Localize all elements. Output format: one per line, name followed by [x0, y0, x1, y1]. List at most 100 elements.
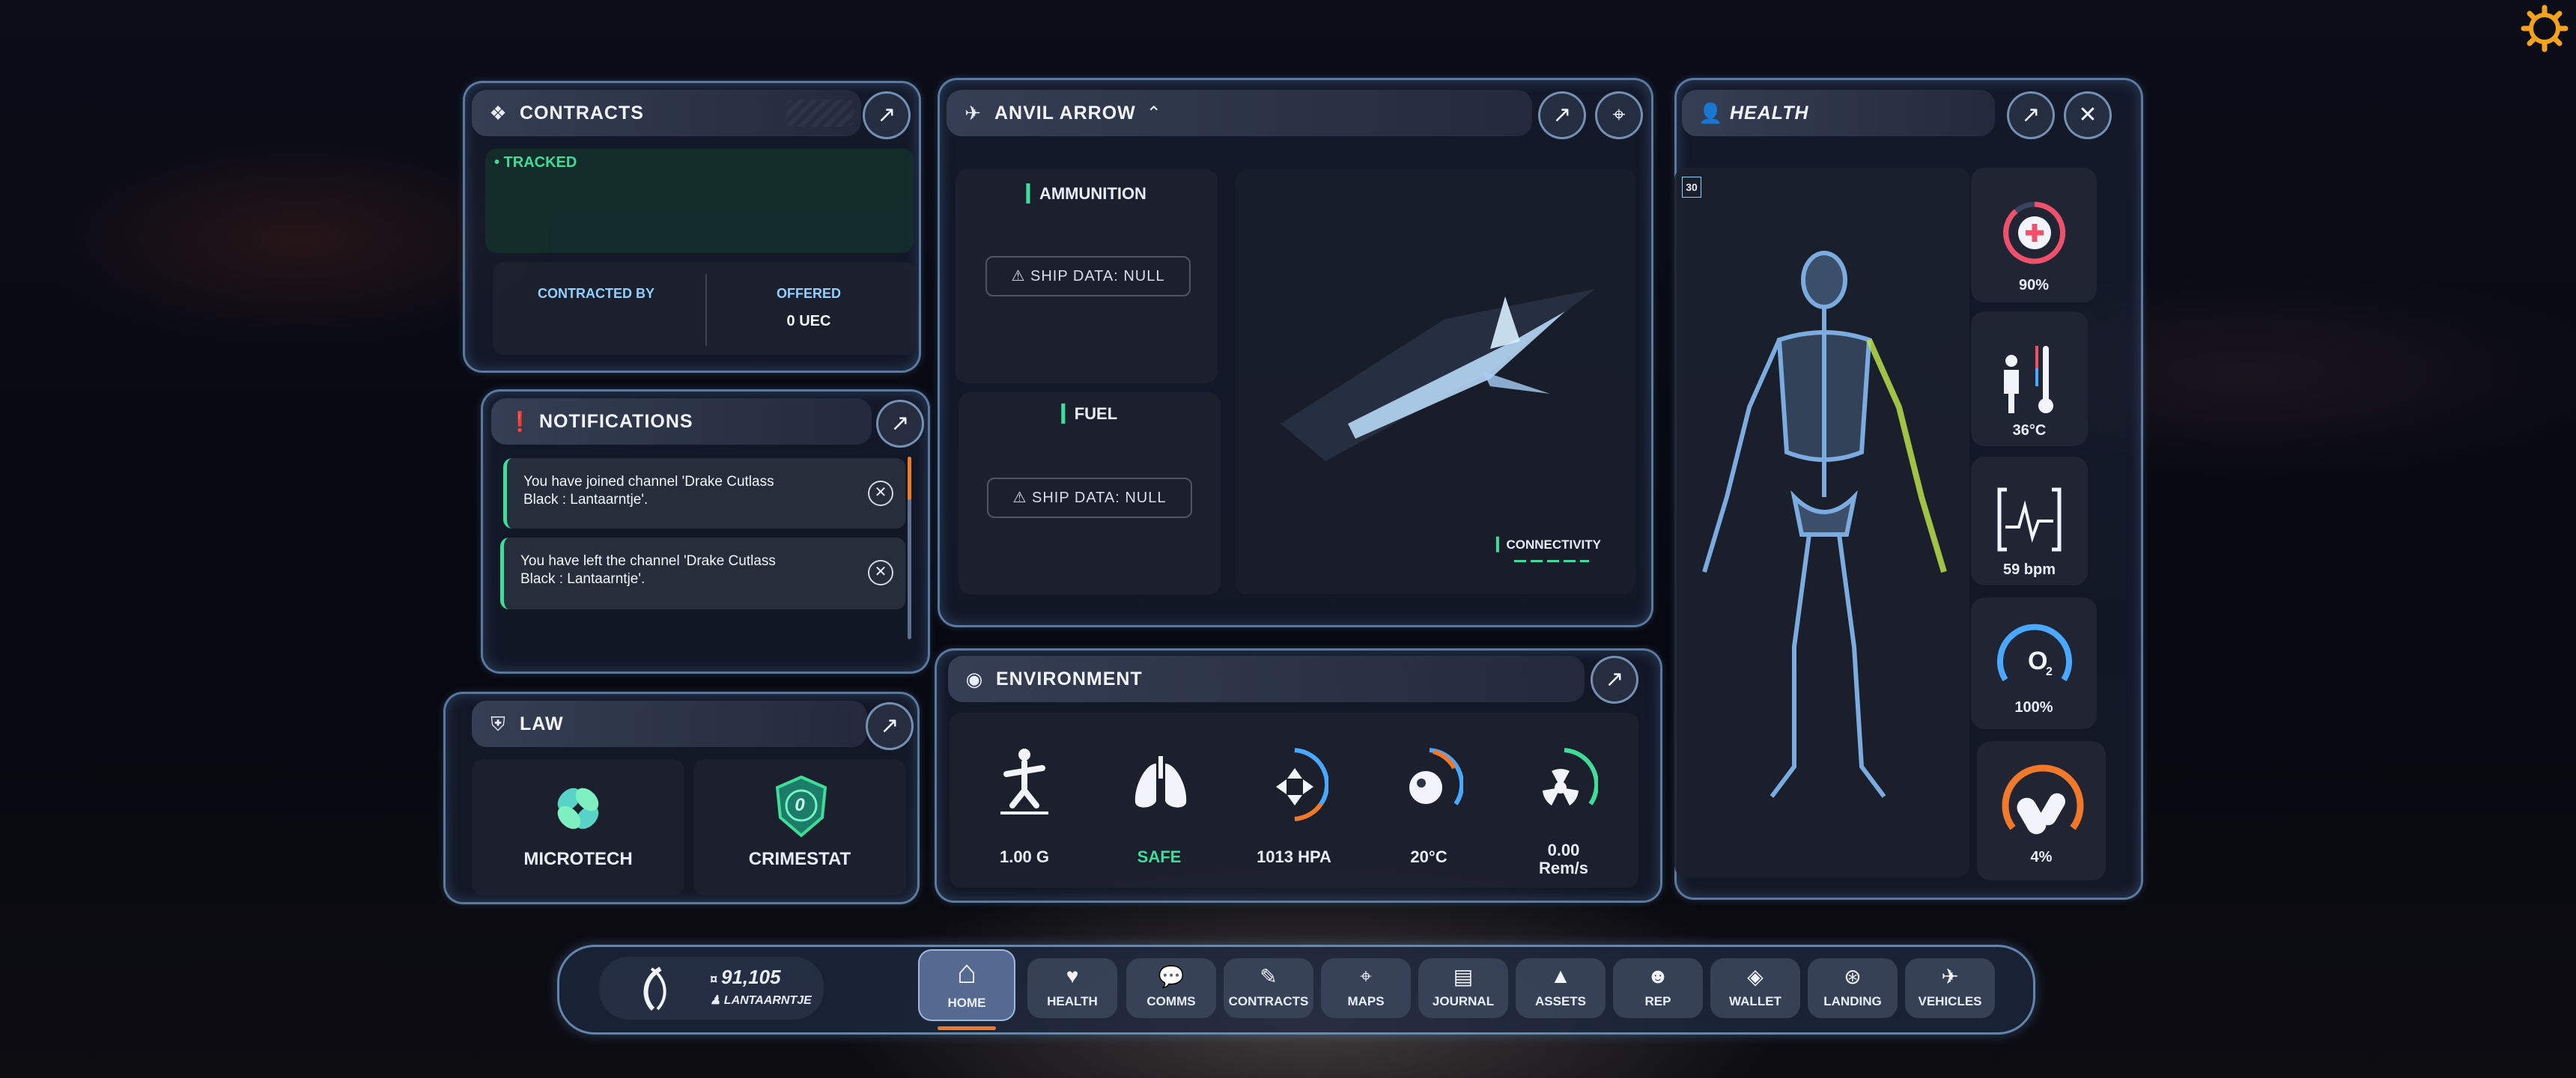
body-temp-value: 36°C [2012, 422, 2047, 439]
health-title: HEALTH [1730, 102, 1809, 124]
oxygen-value: 100% [2014, 699, 2053, 716]
pressure-value: 1013 HPA [1257, 847, 1331, 866]
logo-icon [643, 966, 666, 1011]
contracts-icon: ❖ [489, 102, 507, 124]
alert-icon: ❗ [508, 410, 532, 433]
ammunition-title: ▎AMMUNITION [1027, 184, 1146, 203]
nav-home[interactable]: ⌂ HOME [918, 949, 1015, 1030]
assets-icon: ▲ [1550, 964, 1571, 987]
notifications-expand-button[interactable]: ↗ [876, 400, 924, 448]
offered-value: 0 UEC [786, 313, 831, 329]
balance-value: ¤ 91,105 [710, 966, 781, 988]
nav-rep[interactable]: ☻ REP [1613, 958, 1703, 1018]
notification-item[interactable]: You have left the channel 'Drake Cutlass… [500, 538, 905, 609]
dismiss-icon[interactable]: ✕ [868, 560, 893, 585]
contract-info-box [493, 262, 917, 355]
health-pct-value: 90% [2018, 277, 2050, 293]
currency-icon: ¤ [710, 972, 722, 987]
env-radiation: 0.00 Rem/s [1501, 719, 1626, 882]
drug-level-value: 4% [2030, 849, 2053, 865]
health-pct-card[interactable]: 90% [1971, 168, 2097, 302]
temperature-value: 20°C [1410, 847, 1448, 866]
ship-expand-button[interactable]: ↗ [1538, 91, 1586, 139]
ammo-null-badge: ⚠ SHIP DATA: NULL [985, 256, 1191, 296]
health-close-button[interactable]: ✕ [2064, 91, 2112, 139]
nav-maps[interactable]: ⌖ MAPS [1321, 958, 1411, 1018]
heartbeat-icon [1997, 487, 2062, 552]
nav-assets[interactable]: ▲ ASSETS [1516, 958, 1606, 1018]
heart-rate-card[interactable]: 59 bpm [1971, 457, 2088, 585]
fuel-title: ▎FUEL [1061, 404, 1118, 423]
lungs-icon [1134, 756, 1187, 808]
law-title: LAW [520, 713, 564, 734]
environment-title: ENVIRONMENT [996, 668, 1143, 689]
oxygen-card[interactable]: O2 100% [1971, 597, 2097, 729]
chat-icon: 💬 [1158, 965, 1185, 988]
law-crimestat-card[interactable]: 0 CRIMESTAT [693, 759, 906, 895]
env-pressure: 1013 HPA [1231, 719, 1357, 882]
gravity-value: 1.00 G [999, 847, 1050, 866]
oxygen-icon: O2 [1997, 624, 2072, 682]
nav-health[interactable]: ♥ HEALTH [1027, 958, 1117, 1018]
body-temp-card[interactable]: 36°C [1971, 311, 2088, 446]
environment-expand-button[interactable]: ↗ [1591, 656, 1638, 704]
ship-icon: ✈ [965, 102, 981, 124]
vehicles-icon: ✈ [1941, 965, 1959, 988]
nav-wallet[interactable]: ◈ WALLET [1710, 958, 1800, 1018]
thermometer-icon [2004, 346, 2053, 413]
player-name: ♟ LANTAARNTJE [710, 994, 812, 1007]
env-temperature: 20°C [1366, 719, 1492, 882]
nav-comms[interactable]: 💬 COMMS [1126, 958, 1216, 1018]
ship-locate-button[interactable]: ⌖ [1595, 91, 1643, 139]
heart-icon: ♥ [1066, 964, 1079, 987]
rep-icon: ☻ [1647, 964, 1669, 987]
contracts-icon: ✎ [1260, 965, 1278, 988]
fuel-box: ▎FUEL ⚠ SHIP DATA: NULL [959, 392, 1221, 594]
drug-level-card[interactable]: 4% [1977, 741, 2106, 880]
contracts-title: CONTRACTS [520, 102, 644, 124]
divider [705, 274, 707, 346]
nav-journal[interactable]: ▤ JOURNAL [1418, 958, 1508, 1018]
env-atmosphere: SAFE [1096, 719, 1222, 882]
law-expand-button[interactable]: ↗ [866, 702, 914, 750]
chevron-up-icon[interactable]: ⌃ [1146, 103, 1161, 124]
connectivity-label: ▎CONNECTIVITY [1496, 538, 1601, 552]
home-icon: ⌂ [956, 954, 977, 990]
microtech-logo-icon [557, 788, 599, 829]
scan-badge: 30 [1682, 177, 1701, 198]
player-info: ¤ 91,105 ♟ LANTAARNTJE [599, 957, 824, 1020]
warning-icon: ⚠ [1011, 268, 1030, 284]
ship-hologram-icon [1281, 289, 1595, 461]
notification-item[interactable]: You have joined channel 'Drake Cutlass Bl… [503, 458, 905, 529]
svg-text:2: 2 [2046, 666, 2053, 678]
scroll-thumb[interactable] [908, 457, 911, 500]
law-microtech-card[interactable]: MICROTECH [472, 759, 684, 895]
radiation-value: 0.00 Rem/s [1538, 841, 1589, 877]
radiation-icon [1543, 748, 1598, 806]
environment-header: ◉ ENVIRONMENT [948, 656, 1585, 702]
warning-icon: ⚠ [1012, 490, 1032, 506]
ship-hologram-view: ▎CONNECTIVITY [1236, 169, 1635, 594]
notification-text: You have joined channel 'Drake Cutlass Bl… [523, 474, 774, 508]
nav-contracts[interactable]: ✎ CONTRACTS [1224, 958, 1313, 1018]
nav-landing[interactable]: ⊛ LANDING [1808, 958, 1898, 1018]
health-header: 👤 HEALTH [1682, 90, 1995, 136]
connectivity-bars [1514, 560, 1589, 562]
atmosphere-value: SAFE [1137, 847, 1182, 866]
contracts-expand-button[interactable]: ↗ [863, 91, 911, 139]
body-scan-view: 30 [1674, 168, 1969, 877]
person-icon: 👤 [1698, 102, 1723, 124]
env-gravity: 1.00 G [962, 719, 1087, 882]
active-indicator [938, 1026, 996, 1030]
header-stripe [786, 100, 854, 127]
nav-vehicles[interactable]: ✈ VEHICLES [1905, 958, 1995, 1018]
settings-gear-icon[interactable] [2521, 4, 2569, 52]
ship-header: ✈ ANVIL ARROW ⌃ [947, 90, 1532, 136]
ship-title: ANVIL ARROW [994, 102, 1136, 124]
dismiss-icon[interactable]: ✕ [868, 481, 893, 506]
tracked-box: • TRACKED [485, 148, 914, 253]
tracked-label: • TRACKED [494, 154, 577, 171]
microtech-label: MICROTECH [523, 849, 633, 869]
notifications-scrollbar[interactable] [908, 457, 911, 639]
health-expand-button[interactable]: ↗ [2007, 91, 2055, 139]
